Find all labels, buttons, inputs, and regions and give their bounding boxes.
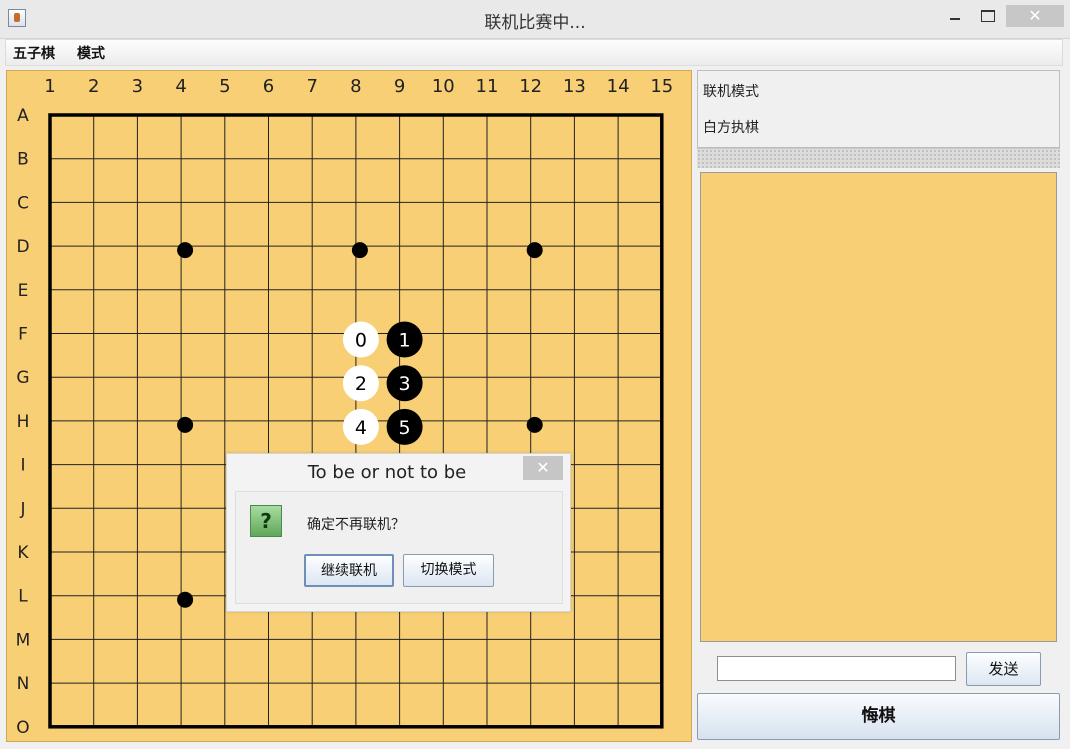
column-label: 7 <box>306 76 317 97</box>
continue-online-button[interactable]: 继续联机 <box>304 554 394 587</box>
switch-mode-button[interactable]: 切换模式 <box>403 554 494 587</box>
menu-mode[interactable]: 模式 <box>77 43 105 63</box>
menu-bar: 五子棋 模式 <box>5 39 1063 66</box>
row-label: H <box>17 412 30 432</box>
column-label: 10 <box>432 76 455 97</box>
confirm-dialog: To be or not to be ✕ ? 确定不再联机？ 继续联机 切换模式 <box>226 453 571 612</box>
column-label: 5 <box>219 76 230 97</box>
row-label: F <box>18 325 28 345</box>
column-label: 12 <box>519 76 542 97</box>
column-label: 8 <box>350 76 361 97</box>
row-label: D <box>16 237 29 257</box>
dialog-body: ? 确定不再联机？ 继续联机 切换模式 <box>235 491 563 604</box>
row-label: J <box>19 499 25 519</box>
dialog-title: To be or not to be <box>307 462 467 483</box>
side-panel: 联机模式 白方执棋 发送 悔棋 <box>697 70 1061 742</box>
turn-status: 白方执棋 <box>703 120 759 136</box>
stone-number: 3 <box>399 373 411 395</box>
question-icon: ? <box>250 505 282 537</box>
star-point <box>351 242 368 259</box>
row-label: A <box>17 106 29 126</box>
row-label: K <box>17 543 29 563</box>
column-label: 15 <box>650 76 673 97</box>
row-label: C <box>17 193 29 213</box>
column-label: 3 <box>132 76 143 97</box>
star-point <box>177 591 194 608</box>
star-point <box>177 242 194 259</box>
stone-number: 5 <box>399 417 411 439</box>
column-label: 4 <box>175 76 186 97</box>
stone-number: 0 <box>355 330 367 352</box>
row-label: B <box>17 150 29 170</box>
row-label: M <box>16 630 31 650</box>
mode-status: 联机模式 <box>703 84 759 100</box>
row-label: L <box>18 587 28 607</box>
row-label: O <box>16 718 29 738</box>
status-box: 联机模式 白方执棋 <box>697 70 1060 148</box>
send-button[interactable]: 发送 <box>966 652 1041 686</box>
column-label: 14 <box>607 76 630 97</box>
stone-number: 2 <box>355 373 367 395</box>
column-label: 2 <box>88 76 99 97</box>
menu-gomoku[interactable]: 五子棋 <box>13 43 55 63</box>
undo-move-button[interactable]: 悔棋 <box>697 693 1060 740</box>
row-label: I <box>20 456 25 476</box>
column-label: 6 <box>263 76 274 97</box>
row-label: N <box>17 674 30 694</box>
title-bar: 联机比赛中... ✕ <box>0 0 1070 39</box>
stone-number: 1 <box>399 330 411 352</box>
dialog-message: 确定不再联机？ <box>307 517 405 533</box>
star-point <box>526 416 543 433</box>
chat-log[interactable] <box>700 172 1057 642</box>
column-label: 11 <box>476 76 499 97</box>
row-label: E <box>18 281 29 301</box>
column-label: 13 <box>563 76 586 97</box>
star-point <box>177 416 194 433</box>
chat-input[interactable] <box>717 656 956 681</box>
window-close-button[interactable]: ✕ <box>1006 5 1064 27</box>
column-label: 9 <box>394 76 405 97</box>
split-pane-divider[interactable] <box>697 148 1060 168</box>
maximize-button[interactable] <box>973 5 1003 27</box>
board-panel[interactable]: 1 2 3 4 5 6 7 8 9 10 11 12 13 14 15 A B C D E F G H I J K L M N O 0 1 2 3… <box>6 70 692 742</box>
row-label: G <box>16 368 29 388</box>
star-point <box>526 242 543 259</box>
gomoku-board[interactable]: 1 2 3 4 5 6 7 8 9 10 11 12 13 14 15ABCDEFGHIJKLMNO0 12 3… <box>7 71 693 743</box>
dialog-close-button[interactable]: ✕ <box>523 456 563 480</box>
window-title: 联机比赛中... <box>484 13 586 33</box>
stone-number: 4 <box>355 417 367 439</box>
minimize-button[interactable] <box>940 5 970 27</box>
column-label: 1 <box>44 76 55 97</box>
